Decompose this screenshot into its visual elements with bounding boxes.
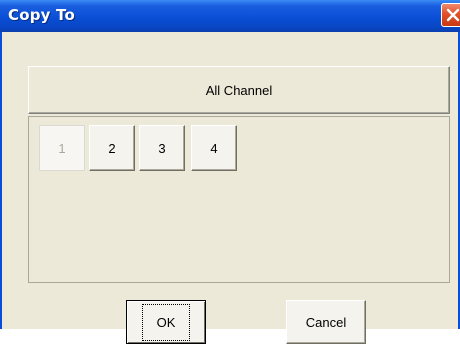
all-channel-label: All Channel bbox=[205, 82, 273, 98]
channel-2-label: 2 bbox=[108, 140, 116, 156]
channel-2-button[interactable]: 2 bbox=[89, 125, 135, 171]
channel-3-button[interactable]: 3 bbox=[139, 125, 185, 171]
channel-panel: 1 2 3 4 bbox=[28, 116, 450, 283]
ok-button[interactable]: OK bbox=[126, 300, 206, 344]
cancel-label: Cancel bbox=[305, 314, 347, 330]
close-icon bbox=[446, 8, 460, 22]
ok-label: OK bbox=[141, 303, 191, 341]
copy-to-dialog: Copy To All Channel 1 2 3 4 OK Cancel bbox=[0, 0, 460, 344]
all-channel-button[interactable]: All Channel bbox=[28, 66, 450, 114]
channel-1-label: 1 bbox=[58, 140, 66, 156]
channel-1-button[interactable]: 1 bbox=[39, 125, 85, 171]
title-bar[interactable]: Copy To bbox=[0, 0, 460, 32]
cancel-button[interactable]: Cancel bbox=[286, 300, 366, 344]
close-button[interactable] bbox=[441, 3, 460, 27]
dialog-title: Copy To bbox=[8, 6, 75, 24]
channel-3-label: 3 bbox=[158, 140, 166, 156]
channel-4-button[interactable]: 4 bbox=[191, 125, 237, 171]
channel-4-label: 4 bbox=[210, 140, 218, 156]
dialog-body: All Channel 1 2 3 4 OK Cancel bbox=[2, 32, 458, 344]
